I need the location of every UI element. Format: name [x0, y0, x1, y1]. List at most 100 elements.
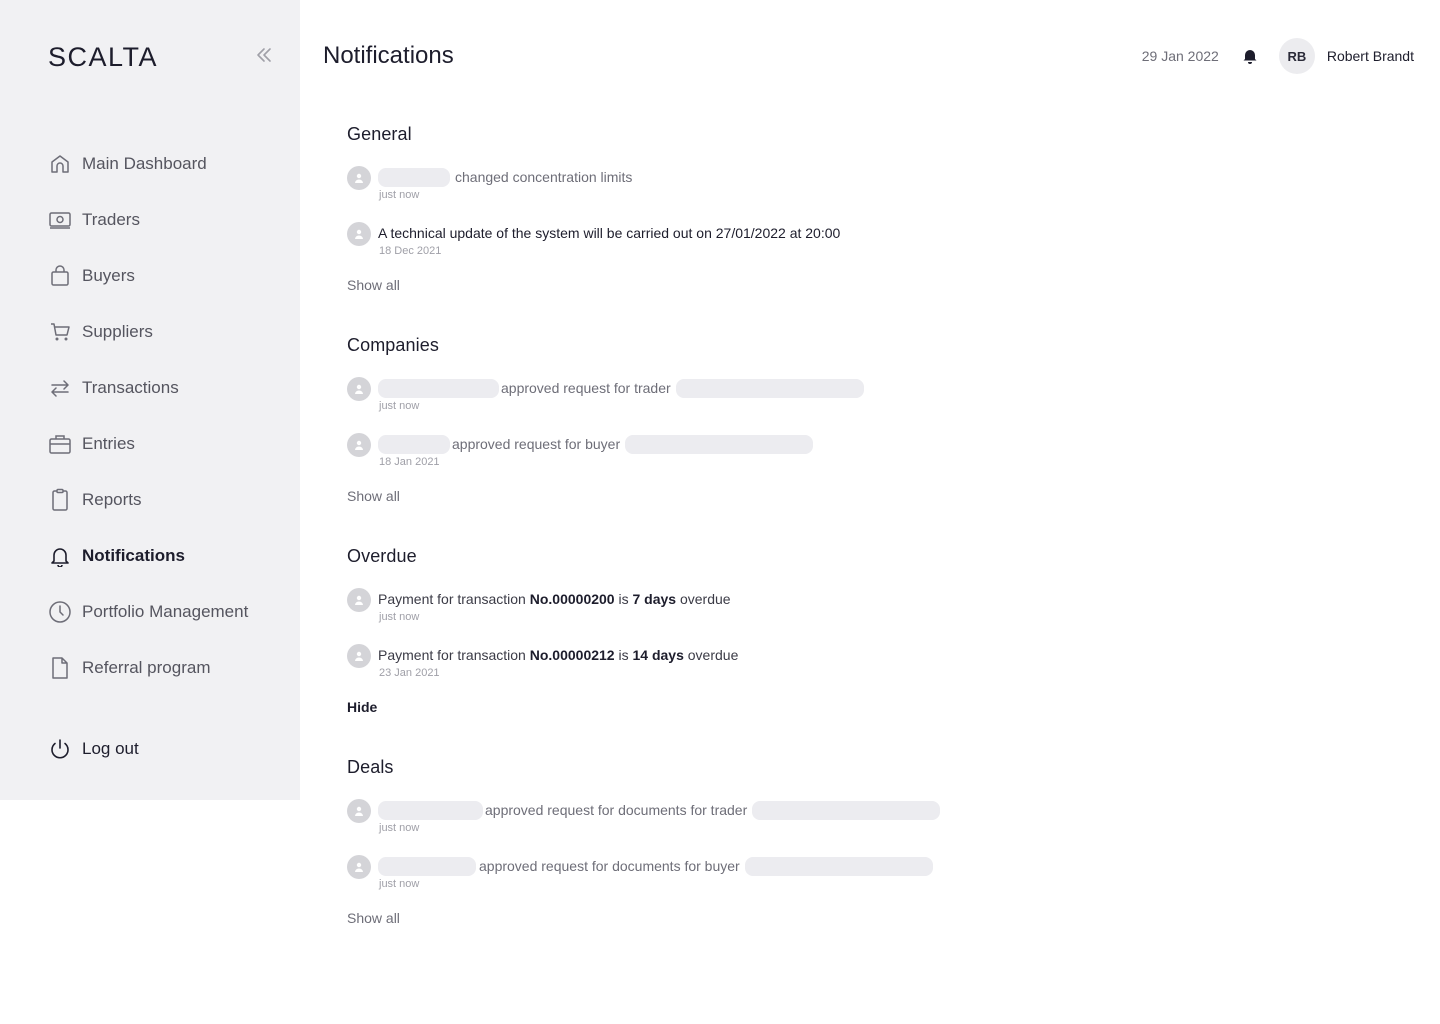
sidebar-item-transactions[interactable]: Transactions	[48, 360, 288, 416]
sidebar-item-portfolio-management[interactable]: Portfolio Management	[48, 584, 288, 640]
logout-button[interactable]: Log out	[48, 736, 139, 762]
list-item[interactable]: Payment for transaction No.00000200 is 7…	[347, 586, 1407, 642]
section-deals: Deals approved request for documents for…	[347, 755, 1407, 928]
redacted-name-placeholder	[752, 800, 941, 820]
sidebar-item-label: Suppliers	[82, 322, 153, 341]
briefcase-icon	[48, 428, 72, 460]
sidebar-nav: Main Dashboard Traders Buyers Suppliers …	[48, 136, 288, 696]
notification-is: is	[618, 591, 629, 607]
notification-suffix: overdue	[679, 591, 731, 607]
notification-text: approved request for trader	[501, 380, 671, 396]
shopping-bag-icon	[48, 260, 72, 292]
logo: SCALTA	[48, 42, 159, 72]
list-item[interactable]: approved request for documents for trade…	[347, 797, 1407, 853]
overdue-days: 14 days	[632, 647, 684, 663]
notification-time: just now	[379, 611, 420, 623]
show-all-link[interactable]: Show all	[347, 909, 400, 927]
section-title: Companies	[347, 335, 439, 355]
list-item[interactable]: changed concentration limits just now	[347, 164, 1407, 220]
sidebar: SCALTA Main Dashboard Traders Buyers Sup…	[0, 0, 300, 800]
sidebar-item-label: Referral program	[82, 658, 211, 677]
list-item[interactable]: approved request for documents for buyer…	[347, 853, 1407, 909]
transaction-number: No.00000212	[529, 647, 615, 663]
clipboard-icon	[48, 484, 72, 516]
list-item[interactable]: A technical update of the system will be…	[347, 220, 1407, 276]
notification-text: changed concentration limits	[455, 169, 633, 185]
notification-prefix: Payment for transaction	[378, 647, 526, 663]
sidebar-item-label: Traders	[82, 210, 140, 229]
bell-icon[interactable]	[1241, 47, 1259, 65]
power-icon	[48, 736, 72, 762]
section-general: General changed concentration limits jus…	[347, 122, 1407, 295]
notification-time: just now	[379, 189, 420, 201]
sidebar-item-label: Entries	[82, 434, 135, 453]
user-avatar-icon	[347, 166, 371, 190]
notification-time: just now	[379, 400, 420, 412]
sidebar-item-label: Portfolio Management	[82, 602, 249, 621]
notifications-content: General changed concentration limits jus…	[347, 122, 1407, 966]
header-right: 29 Jan 2022 RB Robert Brandt	[1142, 38, 1414, 74]
notification-text: approved request for buyer	[452, 436, 621, 452]
notification-time: just now	[379, 878, 420, 890]
sidebar-item-reports[interactable]: Reports	[48, 472, 288, 528]
user-avatar-icon	[347, 855, 371, 879]
swap-arrows-icon	[48, 372, 72, 404]
transaction-number: No.00000200	[529, 591, 615, 607]
redacted-name-placeholder	[378, 167, 450, 187]
sidebar-item-referral-program[interactable]: Referral program	[48, 640, 288, 696]
hide-link[interactable]: Hide	[347, 698, 377, 716]
sidebar-item-notifications[interactable]: Notifications	[48, 528, 288, 584]
section-companies: Companies approved request for trader ju…	[347, 333, 1407, 506]
user-avatar-icon	[347, 588, 371, 612]
clock-icon	[48, 596, 72, 628]
redacted-name-placeholder	[625, 434, 814, 454]
document-icon	[48, 652, 72, 684]
notification-prefix: Payment for transaction	[378, 591, 526, 607]
collapse-sidebar-icon[interactable]	[254, 45, 274, 65]
sidebar-item-main-dashboard[interactable]: Main Dashboard	[48, 136, 288, 192]
bell-icon	[48, 540, 72, 572]
sidebar-item-buyers[interactable]: Buyers	[48, 248, 288, 304]
notification-text: approved request for documents for trade…	[485, 802, 748, 818]
sidebar-item-traders[interactable]: Traders	[48, 192, 288, 248]
show-all-link[interactable]: Show all	[347, 487, 400, 505]
redacted-name-placeholder	[675, 378, 864, 398]
redacted-name-placeholder	[378, 856, 476, 876]
notification-is: is	[618, 647, 629, 663]
user-name[interactable]: Robert Brandt	[1327, 48, 1414, 64]
user-avatar-icon	[347, 433, 371, 457]
redacted-name-placeholder	[378, 800, 483, 820]
notification-text: approved request for documents for buyer	[479, 858, 740, 874]
user-avatar-icon	[347, 799, 371, 823]
sidebar-item-label: Reports	[82, 490, 142, 509]
notification-time: just now	[379, 822, 420, 834]
sidebar-item-label: Notifications	[82, 546, 185, 565]
user-avatar-icon	[347, 377, 371, 401]
notification-time: 18 Jan 2021	[379, 456, 440, 468]
banknote-icon	[48, 204, 72, 236]
cart-icon	[48, 316, 72, 348]
list-item[interactable]: Payment for transaction No.00000212 is 1…	[347, 642, 1407, 698]
redacted-name-placeholder	[744, 856, 933, 876]
notification-time: 18 Dec 2021	[379, 245, 442, 257]
section-title: Overdue	[347, 546, 417, 566]
sidebar-item-entries[interactable]: Entries	[48, 416, 288, 472]
header-date: 29 Jan 2022	[1141, 48, 1219, 64]
user-avatar-icon	[347, 222, 371, 246]
overdue-days: 7 days	[632, 591, 677, 607]
page-title: Notifications	[323, 42, 454, 69]
list-item[interactable]: approved request for buyer 18 Jan 2021	[347, 431, 1407, 487]
notification-text: A technical update of the system will be…	[378, 225, 841, 241]
sidebar-item-label: Buyers	[82, 266, 135, 285]
list-item[interactable]: approved request for trader just now	[347, 375, 1407, 431]
avatar[interactable]: RB	[1278, 38, 1315, 74]
show-all-link[interactable]: Show all	[347, 276, 400, 294]
section-title: Deals	[347, 757, 394, 777]
sidebar-item-label: Transactions	[82, 378, 179, 397]
logout-label: Log out	[82, 739, 139, 758]
sidebar-item-suppliers[interactable]: Suppliers	[48, 304, 288, 360]
sidebar-item-label: Main Dashboard	[82, 154, 207, 173]
home-icon	[48, 148, 72, 180]
section-title: General	[347, 124, 412, 144]
notification-time: 23 Jan 2021	[379, 667, 440, 679]
